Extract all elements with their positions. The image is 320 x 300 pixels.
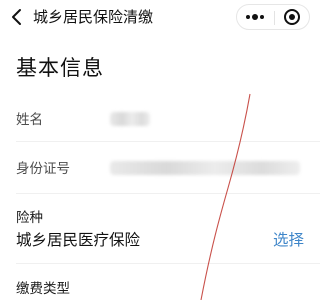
insurance-type-label: 险种 — [16, 210, 43, 226]
page-title: 城乡居民保险清缴 — [33, 8, 154, 26]
back-button[interactable] — [8, 6, 26, 28]
miniprogram-capsule — [236, 4, 310, 30]
more-button[interactable] — [237, 5, 274, 29]
select-insurance-button[interactable]: 选择 — [273, 230, 304, 250]
payment-type-label: 缴费类型 — [16, 281, 70, 297]
divider — [16, 141, 320, 142]
id-number-value-redacted — [110, 161, 300, 175]
insurance-type-value: 城乡居民医疗保险 — [16, 231, 141, 249]
divider — [16, 263, 320, 264]
screen-crack-line — [200, 93, 251, 300]
navigation-bar: 城乡居民保险清缴 — [0, 0, 320, 36]
name-label: 姓名 — [16, 112, 43, 128]
section-title: 基本信息 — [16, 56, 104, 80]
app-screen: 城乡居民保险清缴 基本信息 姓名 身份证号 险种 城乡居民医疗保险 选择 缴费类… — [0, 0, 320, 300]
name-value-redacted — [110, 112, 150, 126]
id-number-label: 身份证号 — [16, 161, 70, 177]
close-miniprogram-button[interactable] — [275, 5, 309, 29]
chevron-left-icon — [12, 9, 21, 25]
divider — [16, 193, 320, 194]
